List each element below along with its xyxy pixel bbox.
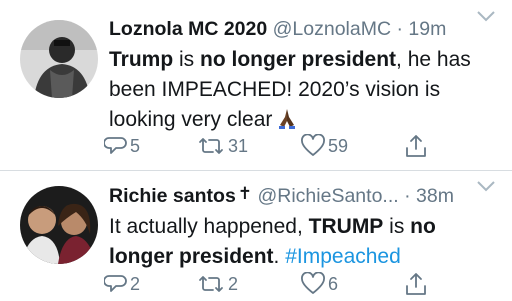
like-button[interactable]: 59 xyxy=(300,131,348,161)
retweet-icon xyxy=(199,276,223,292)
reply-count: 2 xyxy=(130,273,141,294)
share-button[interactable] xyxy=(404,269,428,299)
tweet-text: Trump is no longer president, he has bee… xyxy=(109,45,500,138)
tweet-text-segment: is xyxy=(383,215,411,238)
avatar[interactable] xyxy=(20,186,98,264)
tweet-text-segment: It actually happened, xyxy=(109,215,309,238)
like-count: 6 xyxy=(328,273,339,294)
share-button[interactable] xyxy=(404,131,428,161)
tweet-content: Loznola MC 2020 @LoznolaMC · 19m Trump i… xyxy=(109,13,500,138)
username-handle[interactable]: @RichieSanto... xyxy=(257,185,398,207)
hashtag-link[interactable]: #Impeached xyxy=(285,245,401,268)
username-handle[interactable]: @LoznolaMC xyxy=(273,18,391,40)
retweet-count: 2 xyxy=(228,273,239,294)
tweet-text-segment: TRUMP xyxy=(308,215,384,238)
tweet-text-segment: Trump xyxy=(109,48,174,71)
retweet-count: 31 xyxy=(228,135,249,156)
chevron-down-icon[interactable] xyxy=(476,10,496,22)
tweet[interactable]: Loznola MC 2020 @LoznolaMC · 19m Trump i… xyxy=(0,0,512,170)
tweet-actions: 5 31 59 xyxy=(104,131,434,161)
reply-count: 5 xyxy=(130,135,141,156)
like-count: 59 xyxy=(328,135,349,156)
like-icon xyxy=(301,134,325,156)
retweet-icon xyxy=(199,138,223,154)
tweet-text-segment: is xyxy=(173,48,201,71)
timestamp[interactable]: 38m xyxy=(416,185,454,207)
avatar[interactable] xyxy=(20,20,98,98)
share-icon xyxy=(406,135,426,157)
like-button[interactable]: 6 xyxy=(300,269,338,299)
separator-dot: · xyxy=(404,185,411,207)
cross-symbol: ✝ xyxy=(237,184,253,203)
timestamp[interactable]: 19m xyxy=(408,18,446,40)
display-name[interactable]: Loznola MC 2020 xyxy=(109,18,267,40)
chevron-down-icon[interactable] xyxy=(476,180,496,192)
reply-icon xyxy=(104,137,127,154)
tweet-text-segment: . xyxy=(273,245,286,268)
like-icon xyxy=(301,272,325,294)
tweet-content: Richie santos ✝ @RichieSanto... · 38m It … xyxy=(109,180,500,272)
tweet-text: It actually happened, TRUMP is no longer… xyxy=(109,212,500,272)
reply-button[interactable]: 5 xyxy=(104,131,140,161)
share-icon xyxy=(406,273,426,295)
retweet-button[interactable]: 2 xyxy=(196,269,238,299)
tweet-header: Loznola MC 2020 @LoznolaMC · 19m xyxy=(109,13,500,45)
display-name[interactable]: Richie santos xyxy=(109,185,236,207)
tweet-text-segment: no longer president xyxy=(200,48,397,71)
tweet-header: Richie santos ✝ @RichieSanto... · 38m xyxy=(109,180,500,212)
retweet-button[interactable]: 31 xyxy=(196,131,248,161)
reply-button[interactable]: 2 xyxy=(104,269,140,299)
separator-dot: · xyxy=(396,18,403,40)
reply-icon xyxy=(104,275,127,292)
tweet-actions: 2 2 6 xyxy=(104,269,434,299)
